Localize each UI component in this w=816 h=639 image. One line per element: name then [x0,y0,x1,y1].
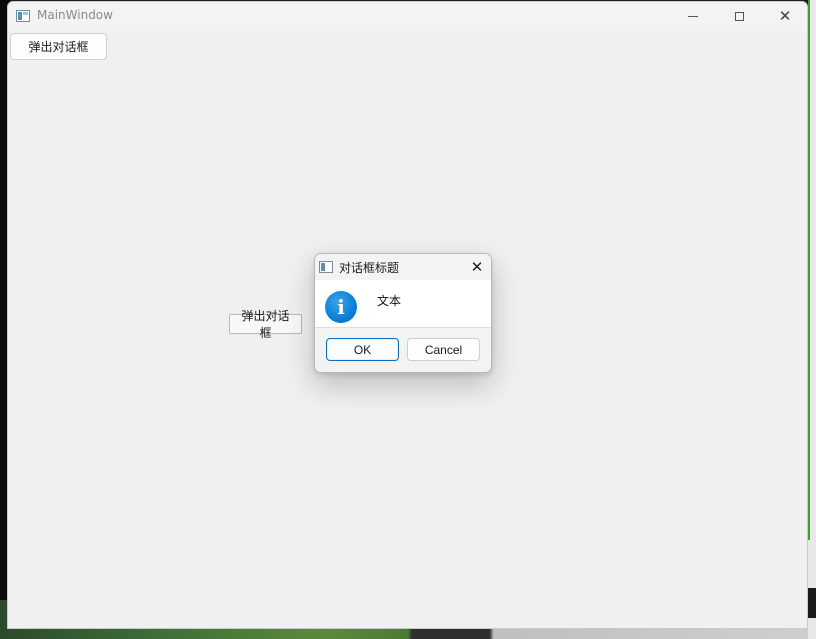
minimize-button[interactable] [670,2,716,31]
dialog-titlebar[interactable]: 对话框标题 ✕ [315,254,491,280]
dialog-close-button[interactable]: ✕ [465,256,489,278]
main-window-titlebar[interactable]: MainWindow ✕ [8,2,807,31]
dialog-message: 文本 [377,294,402,308]
desktop-background-accent [808,0,810,540]
dialog-title: 对话框标题 [339,261,400,275]
dialog-window-icon [319,261,333,273]
maximize-button[interactable] [716,2,762,31]
minimize-icon [688,16,698,17]
open-dialog-center-button[interactable]: 弹出对话框 [229,309,302,340]
open-dialog-button[interactable]: 弹出对话框 [10,33,107,60]
maximize-icon [734,12,744,21]
dialog-body: i 文本 [315,280,491,328]
cancel-button[interactable]: Cancel [407,338,480,361]
ok-button[interactable]: OK [326,338,399,361]
message-dialog: 对话框标题 ✕ i 文本 OK Cancel [314,253,492,373]
close-button[interactable]: ✕ [762,2,807,31]
app-window-icon [16,10,30,22]
info-icon: i [325,291,357,323]
close-icon: ✕ [470,258,484,276]
close-icon: ✕ [778,7,792,25]
desktop-background-dark-strip [808,588,816,618]
dialog-footer: OK Cancel [315,328,491,372]
window-title: MainWindow [37,8,113,22]
